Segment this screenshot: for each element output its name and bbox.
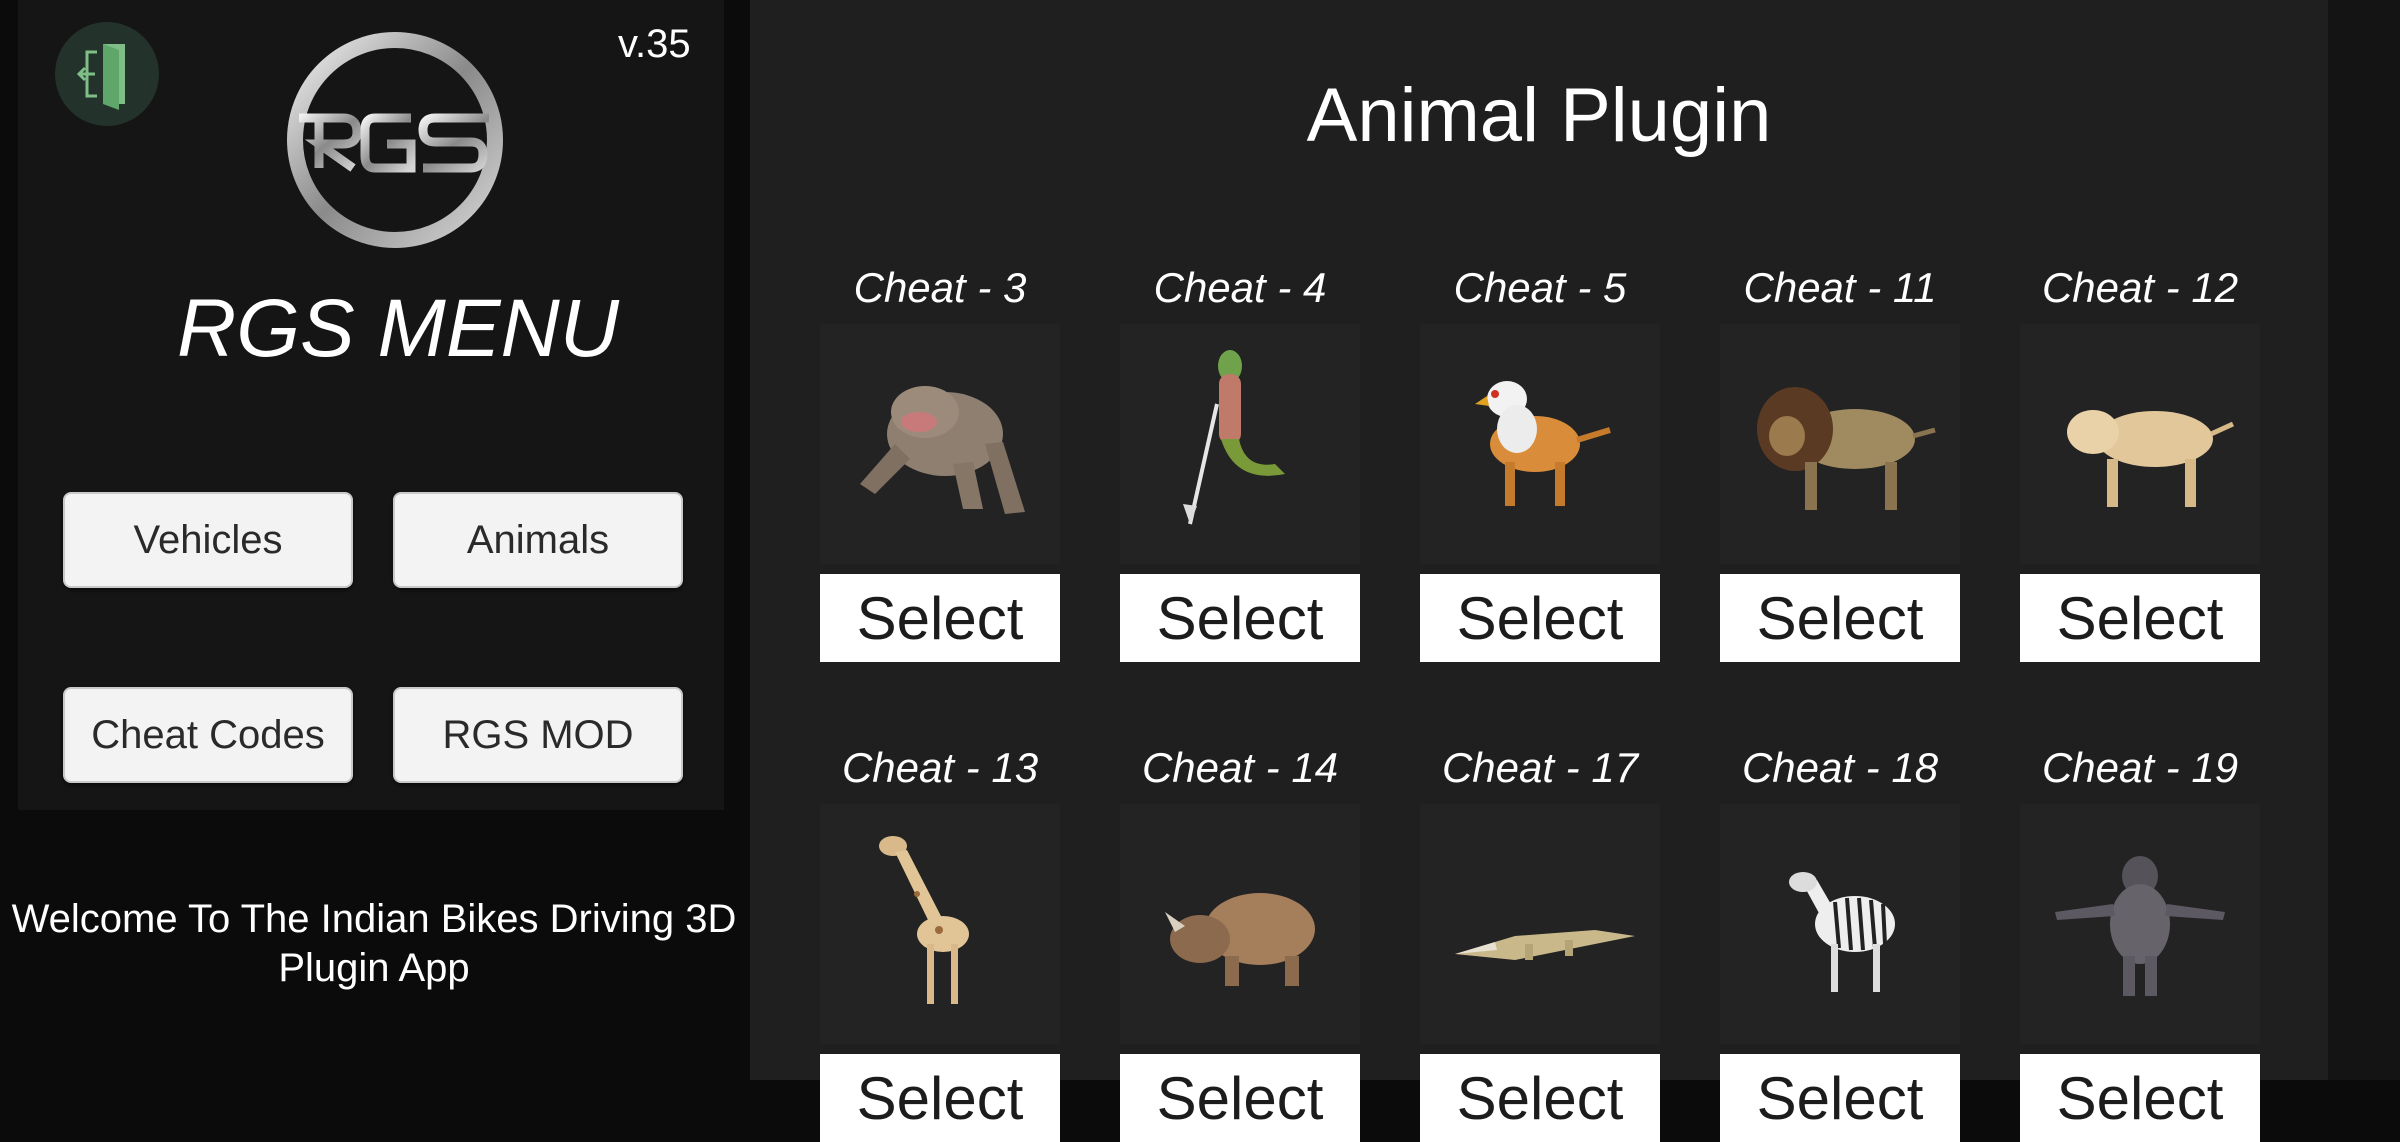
animal-plugin-panel: Animal Plugin Cheat - 3 Select Cheat - 4 <box>750 0 2328 1142</box>
select-button[interactable]: Select <box>1420 1054 1660 1142</box>
version-label: v.35 <box>618 22 691 66</box>
welcome-message: Welcome To The Indian Bikes Driving 3D P… <box>11 897 737 990</box>
card-title: Cheat - 12 <box>2041 264 2239 311</box>
right-gutter <box>2328 0 2400 1080</box>
page-title: Animal Plugin <box>1306 73 1772 158</box>
animal-card: Cheat - 3 Select <box>820 258 1060 662</box>
select-button[interactable]: Select <box>1120 574 1360 662</box>
animal-card: Cheat - 5 Select <box>1420 258 1660 662</box>
card-title: Cheat - 19 <box>2041 744 2239 791</box>
card-title: Cheat - 14 <box>1141 744 1339 791</box>
giraffe-icon <box>820 804 1060 1044</box>
exit-door-icon <box>76 44 125 110</box>
left-menu-panel: v.35 RGS MENU Vehicles Animals Cheat Cod… <box>18 0 724 810</box>
lion-icon <box>1720 324 1960 564</box>
animal-card: Cheat - 13 Select <box>820 738 1060 1142</box>
select-button[interactable]: Select <box>1720 574 1960 662</box>
animal-card: Cheat - 11 Select <box>1720 258 1960 662</box>
gorilla-icon <box>2020 804 2260 1044</box>
animal-card: Cheat - 18 Select <box>1720 738 1960 1142</box>
lioness-icon <box>2020 324 2260 564</box>
lizard-warrior-icon <box>1120 324 1360 564</box>
select-button[interactable]: Select <box>1120 1054 1360 1142</box>
monster-icon <box>820 324 1060 564</box>
animal-card: Cheat - 19 Select <box>2020 738 2260 1142</box>
card-title: Cheat - 5 <box>1453 264 1627 311</box>
card-title: Cheat - 3 <box>853 264 1027 311</box>
menu-title: RGS MENU <box>177 283 619 374</box>
card-title: Cheat - 18 <box>1741 744 1939 791</box>
griffin-icon <box>1420 324 1660 564</box>
animal-card: Cheat - 12 Select <box>2020 258 2260 662</box>
select-button[interactable]: Select <box>820 1054 1060 1142</box>
select-button[interactable]: Select <box>1720 1054 1960 1142</box>
exit-button[interactable] <box>55 22 159 126</box>
select-button[interactable]: Select <box>1420 574 1660 662</box>
card-title: Cheat - 4 <box>1153 264 1327 311</box>
animal-card: Cheat - 14 Select <box>1120 738 1360 1142</box>
animals-button[interactable]: Animals <box>393 492 683 588</box>
select-button[interactable]: Select <box>2020 1054 2260 1142</box>
cheat-codes-button[interactable]: Cheat Codes <box>63 687 353 783</box>
rhino-icon <box>1120 804 1360 1044</box>
animal-card: Cheat - 17 Select <box>1420 738 1660 1142</box>
animal-card: Cheat - 4 Select <box>1120 258 1360 662</box>
crocodile-icon <box>1420 804 1660 1044</box>
vehicles-button[interactable]: Vehicles <box>63 492 353 588</box>
card-title: Cheat - 13 <box>841 744 1039 791</box>
card-title: Cheat - 11 <box>1743 264 1937 311</box>
select-button[interactable]: Select <box>820 574 1060 662</box>
select-button[interactable]: Select <box>2020 574 2260 662</box>
card-title: Cheat - 17 <box>1441 744 1639 791</box>
rgs-logo-icon <box>287 32 503 248</box>
zebra-icon <box>1720 804 1960 1044</box>
rgs-mod-button[interactable]: RGS MOD <box>393 687 683 783</box>
